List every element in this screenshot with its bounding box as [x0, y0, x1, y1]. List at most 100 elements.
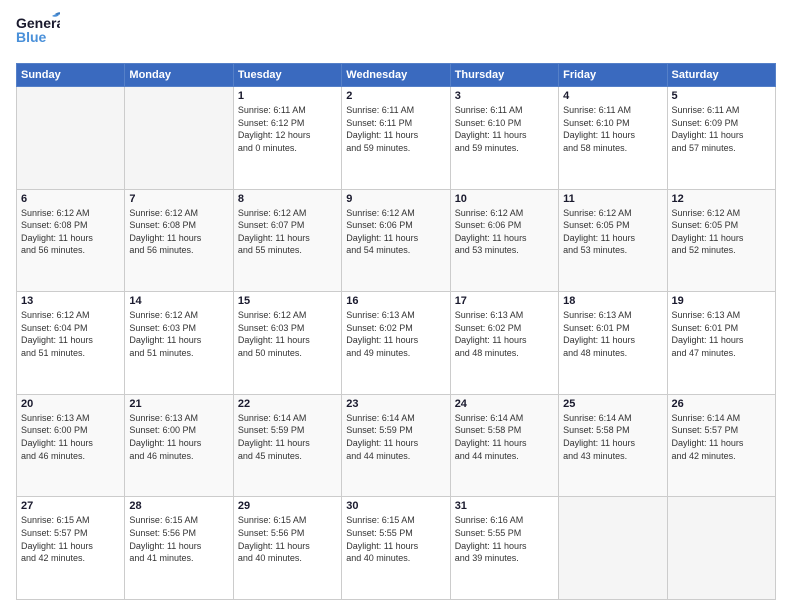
calendar-cell: 8 Sunrise: 6:12 AM Sunset: 6:07 PM Daylig… — [233, 189, 341, 292]
calendar-cell: 1Sunrise: 6:11 AM Sunset: 6:12 PM Daylig… — [233, 87, 341, 190]
day-number: 27 — [21, 500, 120, 512]
day-info: Sunrise: 6:11 AM Sunset: 6:10 PM Dayligh… — [455, 104, 554, 154]
calendar-cell: 24 Sunrise: 6:14 AM Sunset: 5:58 PM Dayli… — [450, 394, 558, 497]
calendar-cell: 7Sunrise: 6:12 AM Sunset: 6:08 PM Daylig… — [125, 189, 233, 292]
day-info: Sunrise: 6:11 AM Sunset: 6:11 PM Dayligh… — [346, 104, 445, 154]
page-header: General Blue — [16, 12, 776, 55]
calendar-cell — [125, 87, 233, 190]
calendar-cell — [667, 497, 775, 600]
logo-bird-container: General Blue — [16, 12, 60, 55]
calendar-cell: 21 Sunrise: 6:13 AM Sunset: 6:00 PM Dayli… — [125, 394, 233, 497]
logo-svg: General Blue — [16, 12, 60, 50]
calendar-cell: 22Sunrise: 6:14 AM Sunset: 5:59 PM Dayli… — [233, 394, 341, 497]
day-info: Sunrise: 6:13 AM Sunset: 6:01 PM Dayligh… — [563, 309, 662, 359]
day-number: 31 — [455, 500, 554, 512]
calendar-table: SundayMondayTuesdayWednesdayThursdayFrid… — [16, 63, 776, 600]
day-number: 16 — [346, 295, 445, 307]
calendar-cell: 23 Sunrise: 6:14 AM Sunset: 5:59 PM Dayli… — [342, 394, 450, 497]
calendar-week-3: 13Sunrise: 6:12 AM Sunset: 6:04 PM Dayli… — [17, 292, 776, 395]
logo-container: General Blue — [16, 12, 64, 55]
day-number: 20 — [21, 398, 120, 410]
weekday-header-wednesday: Wednesday — [342, 64, 450, 87]
weekday-header-friday: Friday — [559, 64, 667, 87]
day-number: 2 — [346, 90, 445, 102]
calendar-cell: 19 Sunrise: 6:13 AM Sunset: 6:01 PM Dayli… — [667, 292, 775, 395]
day-number: 14 — [129, 295, 228, 307]
weekday-header-monday: Monday — [125, 64, 233, 87]
day-number: 24 — [455, 398, 554, 410]
day-number: 7 — [129, 193, 228, 205]
weekday-header-saturday: Saturday — [667, 64, 775, 87]
day-info: Sunrise: 6:13 AM Sunset: 6:00 PM Dayligh… — [129, 412, 228, 462]
calendar-cell: 14 Sunrise: 6:12 AM Sunset: 6:03 PM Dayli… — [125, 292, 233, 395]
day-number: 15 — [238, 295, 337, 307]
day-number: 26 — [672, 398, 771, 410]
calendar-cell: 20Sunrise: 6:13 AM Sunset: 6:00 PM Dayli… — [17, 394, 125, 497]
day-number: 28 — [129, 500, 228, 512]
day-number: 3 — [455, 90, 554, 102]
day-info: Sunrise: 6:13 AM Sunset: 6:02 PM Dayligh… — [455, 309, 554, 359]
day-number: 1 — [238, 90, 337, 102]
day-info: Sunrise: 6:12 AM Sunset: 6:05 PM Dayligh… — [563, 207, 662, 257]
calendar-cell: 9Sunrise: 6:12 AM Sunset: 6:06 PM Daylig… — [342, 189, 450, 292]
calendar-cell: 6Sunrise: 6:12 AM Sunset: 6:08 PM Daylig… — [17, 189, 125, 292]
day-number: 13 — [21, 295, 120, 307]
calendar-cell — [559, 497, 667, 600]
day-info: Sunrise: 6:14 AM Sunset: 5:59 PM Dayligh… — [346, 412, 445, 462]
day-number: 23 — [346, 398, 445, 410]
calendar-cell: 16 Sunrise: 6:13 AM Sunset: 6:02 PM Dayli… — [342, 292, 450, 395]
day-info: Sunrise: 6:12 AM Sunset: 6:07 PM Dayligh… — [238, 207, 337, 257]
day-info: Sunrise: 6:12 AM Sunset: 6:03 PM Dayligh… — [238, 309, 337, 359]
day-info: Sunrise: 6:11 AM Sunset: 6:09 PM Dayligh… — [672, 104, 771, 154]
day-info: Sunrise: 6:12 AM Sunset: 6:06 PM Dayligh… — [346, 207, 445, 257]
calendar-cell: 15 Sunrise: 6:12 AM Sunset: 6:03 PM Dayli… — [233, 292, 341, 395]
day-number: 10 — [455, 193, 554, 205]
day-info: Sunrise: 6:12 AM Sunset: 6:03 PM Dayligh… — [129, 309, 228, 359]
logo: General Blue — [16, 12, 64, 55]
calendar-cell: 4 Sunrise: 6:11 AM Sunset: 6:10 PM Daylig… — [559, 87, 667, 190]
calendar-body: 1Sunrise: 6:11 AM Sunset: 6:12 PM Daylig… — [17, 87, 776, 600]
calendar-cell: 5 Sunrise: 6:11 AM Sunset: 6:09 PM Daylig… — [667, 87, 775, 190]
day-info: Sunrise: 6:13 AM Sunset: 6:01 PM Dayligh… — [672, 309, 771, 359]
calendar-week-2: 6Sunrise: 6:12 AM Sunset: 6:08 PM Daylig… — [17, 189, 776, 292]
calendar-cell: 2 Sunrise: 6:11 AM Sunset: 6:11 PM Daylig… — [342, 87, 450, 190]
day-info: Sunrise: 6:15 AM Sunset: 5:56 PM Dayligh… — [238, 514, 337, 564]
day-number: 17 — [455, 295, 554, 307]
calendar-cell: 17 Sunrise: 6:13 AM Sunset: 6:02 PM Dayli… — [450, 292, 558, 395]
day-number: 18 — [563, 295, 662, 307]
calendar-cell: 26 Sunrise: 6:14 AM Sunset: 5:57 PM Dayli… — [667, 394, 775, 497]
calendar-cell: 10 Sunrise: 6:12 AM Sunset: 6:06 PM Dayli… — [450, 189, 558, 292]
calendar-cell: 12 Sunrise: 6:12 AM Sunset: 6:05 PM Dayli… — [667, 189, 775, 292]
day-info: Sunrise: 6:11 AM Sunset: 6:10 PM Dayligh… — [563, 104, 662, 154]
calendar-header-row: SundayMondayTuesdayWednesdayThursdayFrid… — [17, 64, 776, 87]
day-info: Sunrise: 6:16 AM Sunset: 5:55 PM Dayligh… — [455, 514, 554, 564]
calendar-cell: 29 Sunrise: 6:15 AM Sunset: 5:56 PM Dayli… — [233, 497, 341, 600]
calendar-cell: 13Sunrise: 6:12 AM Sunset: 6:04 PM Dayli… — [17, 292, 125, 395]
day-info: Sunrise: 6:14 AM Sunset: 5:58 PM Dayligh… — [455, 412, 554, 462]
day-info: Sunrise: 6:14 AM Sunset: 5:57 PM Dayligh… — [672, 412, 771, 462]
day-number: 12 — [672, 193, 771, 205]
day-number: 19 — [672, 295, 771, 307]
day-number: 25 — [563, 398, 662, 410]
day-number: 30 — [346, 500, 445, 512]
day-number: 5 — [672, 90, 771, 102]
day-number: 8 — [238, 193, 337, 205]
weekday-header-thursday: Thursday — [450, 64, 558, 87]
day-info: Sunrise: 6:12 AM Sunset: 6:06 PM Dayligh… — [455, 207, 554, 257]
day-info: Sunrise: 6:12 AM Sunset: 6:05 PM Dayligh… — [672, 207, 771, 257]
day-info: Sunrise: 6:14 AM Sunset: 5:58 PM Dayligh… — [563, 412, 662, 462]
calendar-week-5: 27 Sunrise: 6:15 AM Sunset: 5:57 PM Dayli… — [17, 497, 776, 600]
day-number: 4 — [563, 90, 662, 102]
day-number: 29 — [238, 500, 337, 512]
calendar-cell: 28Sunrise: 6:15 AM Sunset: 5:56 PM Dayli… — [125, 497, 233, 600]
day-number: 21 — [129, 398, 228, 410]
day-info: Sunrise: 6:12 AM Sunset: 6:08 PM Dayligh… — [21, 207, 120, 257]
calendar-cell: 25 Sunrise: 6:14 AM Sunset: 5:58 PM Dayli… — [559, 394, 667, 497]
day-info: Sunrise: 6:14 AM Sunset: 5:59 PM Dayligh… — [238, 412, 337, 462]
weekday-header-sunday: Sunday — [17, 64, 125, 87]
day-info: Sunrise: 6:15 AM Sunset: 5:57 PM Dayligh… — [21, 514, 120, 564]
calendar-cell: 30Sunrise: 6:15 AM Sunset: 5:55 PM Dayli… — [342, 497, 450, 600]
day-info: Sunrise: 6:13 AM Sunset: 6:02 PM Dayligh… — [346, 309, 445, 359]
day-number: 11 — [563, 193, 662, 205]
calendar-cell: 27 Sunrise: 6:15 AM Sunset: 5:57 PM Dayli… — [17, 497, 125, 600]
